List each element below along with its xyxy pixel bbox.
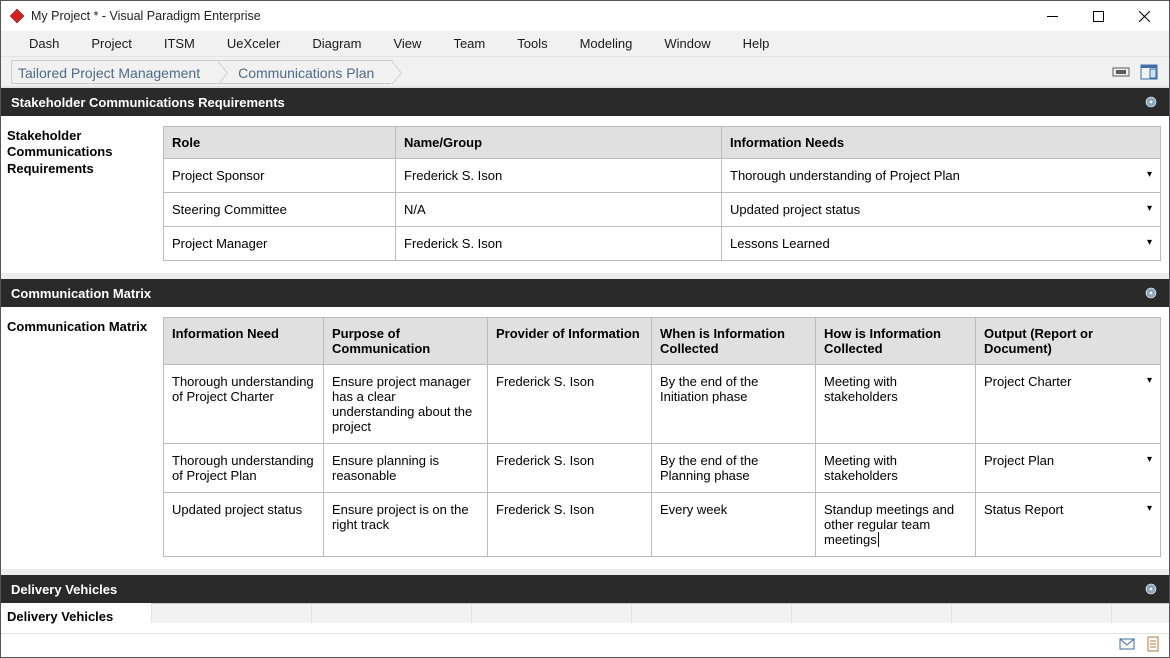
matrix-table: Information Need Purpose of Communicatio… [163, 317, 1161, 557]
window-controls [1029, 1, 1167, 31]
cell-info[interactable]: Thorough understanding of Project Plan▾ [722, 159, 1161, 193]
cell[interactable]: Status Report▾ [976, 493, 1161, 557]
cell[interactable]: Standup meetings and other regular team … [816, 493, 976, 557]
cell-name[interactable]: Frederick S. Ison [396, 227, 722, 261]
menu-tools[interactable]: Tools [501, 31, 563, 57]
col-role[interactable]: Role [164, 127, 396, 159]
section-label-matrix: Communication Matrix [7, 317, 157, 557]
section-header-delivery[interactable]: Delivery Vehicles [1, 575, 1169, 603]
window-title: My Project * - Visual Paradigm Enterpris… [31, 9, 1029, 23]
section-label-stakeholder: Stakeholder Communications Requirements [7, 126, 157, 261]
cell[interactable]: Meeting with stakeholders [816, 444, 976, 493]
menu-dash[interactable]: Dash [13, 31, 75, 57]
document-icon[interactable] [1145, 636, 1161, 655]
cell-info[interactable]: Lessons Learned▾ [722, 227, 1161, 261]
cell[interactable]: Frederick S. Ison [488, 365, 652, 444]
section-title-matrix: Communication Matrix [11, 286, 151, 301]
breadcrumb: Tailored Project Management Communicatio… [11, 60, 393, 84]
menu-team[interactable]: Team [437, 31, 501, 57]
cell[interactable]: Project Charter▾ [976, 365, 1161, 444]
chevron-down-icon[interactable]: ▾ [1147, 203, 1152, 214]
menu-modeling[interactable]: Modeling [564, 31, 649, 57]
col-name-group[interactable]: Name/Group [396, 127, 722, 159]
chevron-down-icon[interactable]: ▾ [1147, 503, 1152, 514]
section-label-delivery: Delivery Vehicles [1, 603, 151, 630]
cell[interactable]: Every week [652, 493, 816, 557]
cell[interactable]: Ensure project manager has a clear under… [324, 365, 488, 444]
col-provider[interactable]: Provider of Information [488, 318, 652, 365]
menu-project[interactable]: Project [75, 31, 147, 57]
table-row[interactable]: Updated project status Ensure project is… [164, 493, 1161, 557]
minimize-button[interactable] [1029, 1, 1075, 31]
col-purpose[interactable]: Purpose of Communication [324, 318, 488, 365]
statusbar [1, 633, 1169, 657]
breadcrumb-item-current[interactable]: Communications Plan [218, 61, 392, 85]
cell-info[interactable]: Updated project status▾ [722, 193, 1161, 227]
cell[interactable]: Frederick S. Ison [488, 493, 652, 557]
menu-diagram[interactable]: Diagram [296, 31, 377, 57]
cell-role[interactable]: Steering Committee [164, 193, 396, 227]
content-area[interactable]: Stakeholder Communications Requirements … [1, 87, 1169, 633]
breadcrumb-item-root[interactable]: Tailored Project Management [12, 61, 218, 85]
col-how[interactable]: How is Information Collected [816, 318, 976, 365]
section-body-stakeholder: Stakeholder Communications Requirements … [1, 116, 1169, 273]
menu-window[interactable]: Window [648, 31, 726, 57]
close-button[interactable] [1121, 1, 1167, 31]
menu-help[interactable]: Help [727, 31, 786, 57]
menu-itsm[interactable]: ITSM [148, 31, 211, 57]
pin-icon[interactable] [1143, 285, 1159, 301]
cell[interactable]: Updated project status [164, 493, 324, 557]
pin-icon[interactable] [1143, 581, 1159, 597]
toolbar-fit-icon[interactable] [1109, 60, 1133, 84]
cell-name[interactable]: Frederick S. Ison [396, 159, 722, 193]
table-row[interactable]: Steering Committee N/A Updated project s… [164, 193, 1161, 227]
chevron-down-icon[interactable]: ▾ [1147, 169, 1152, 180]
cell-role[interactable]: Project Sponsor [164, 159, 396, 193]
cell[interactable]: By the end of the Initiation phase [652, 365, 816, 444]
cell[interactable]: Frederick S. Ison [488, 444, 652, 493]
cell[interactable]: Meeting with stakeholders [816, 365, 976, 444]
toolbar-panel-icon[interactable] [1137, 60, 1161, 84]
cell-role[interactable]: Project Manager [164, 227, 396, 261]
section-body-matrix: Communication Matrix Information Need Pu… [1, 307, 1169, 569]
chevron-down-icon[interactable]: ▾ [1147, 375, 1152, 386]
delivery-grid[interactable] [151, 603, 1169, 623]
table-row[interactable]: Project Manager Frederick S. Ison Lesson… [164, 227, 1161, 261]
app-window: My Project * - Visual Paradigm Enterpris… [0, 0, 1170, 658]
col-info-need[interactable]: Information Need [164, 318, 324, 365]
app-icon [9, 8, 25, 24]
table-row[interactable]: Thorough understanding of Project Plan E… [164, 444, 1161, 493]
cell[interactable]: By the end of the Planning phase [652, 444, 816, 493]
menubar: Dash Project ITSM UeXceler Diagram View … [1, 31, 1169, 57]
section-header-stakeholder[interactable]: Stakeholder Communications Requirements [1, 88, 1169, 116]
cell[interactable]: Project Plan▾ [976, 444, 1161, 493]
chevron-down-icon[interactable]: ▾ [1147, 237, 1152, 248]
chevron-down-icon[interactable]: ▾ [1147, 454, 1152, 465]
mail-icon[interactable] [1119, 636, 1135, 655]
section-title-delivery: Delivery Vehicles [11, 582, 117, 597]
stakeholder-table: Role Name/Group Information Needs Projec… [163, 126, 1161, 261]
menu-view[interactable]: View [377, 31, 437, 57]
section-header-matrix[interactable]: Communication Matrix [1, 279, 1169, 307]
cell[interactable]: Thorough understanding of Project Charte… [164, 365, 324, 444]
col-info-needs[interactable]: Information Needs [722, 127, 1161, 159]
breadcrumb-bar: Tailored Project Management Communicatio… [1, 57, 1169, 87]
cell-name[interactable]: N/A [396, 193, 722, 227]
col-when[interactable]: When is Information Collected [652, 318, 816, 365]
table-row[interactable]: Thorough understanding of Project Charte… [164, 365, 1161, 444]
maximize-button[interactable] [1075, 1, 1121, 31]
section-title-stakeholder: Stakeholder Communications Requirements [11, 95, 285, 110]
section-body-delivery: Delivery Vehicles [1, 603, 1169, 630]
col-output[interactable]: Output (Report or Document) [976, 318, 1161, 365]
table-row[interactable]: Project Sponsor Frederick S. Ison Thorou… [164, 159, 1161, 193]
menu-uexceler[interactable]: UeXceler [211, 31, 296, 57]
titlebar: My Project * - Visual Paradigm Enterpris… [1, 1, 1169, 31]
cell[interactable]: Thorough understanding of Project Plan [164, 444, 324, 493]
pin-icon[interactable] [1143, 94, 1159, 110]
cell[interactable]: Ensure planning is reasonable [324, 444, 488, 493]
cell[interactable]: Ensure project is on the right track [324, 493, 488, 557]
